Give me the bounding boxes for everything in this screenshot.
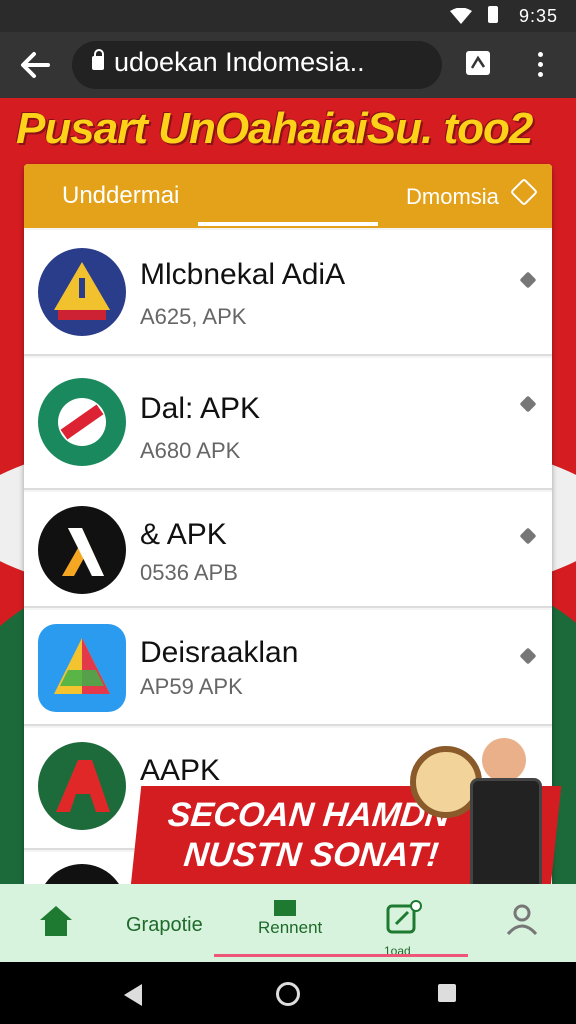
app-subtitle: 0536 APB (140, 560, 238, 585)
phone-illustration (470, 778, 542, 884)
app-subtitle: AP59 APK (140, 674, 243, 699)
status-time: 9:35 (518, 6, 558, 26)
app-icon (274, 900, 296, 916)
battery-icon (488, 6, 498, 23)
tab-indicator (198, 222, 378, 226)
chevron-right-icon (519, 527, 537, 545)
warning-app-icon (38, 248, 126, 336)
back-icon[interactable] (124, 984, 142, 1006)
system-nav-bar (0, 962, 576, 1024)
triangle-app-icon (38, 624, 126, 712)
browser-toolbar: udoekan Indomesia.. (0, 32, 576, 98)
promo-line-2: NUSTN SONAT! (182, 836, 441, 874)
nav-rennent[interactable]: Rennent (240, 884, 340, 962)
page-headline: Pusart UnOahaiaiSu. too2 (16, 104, 533, 153)
app-name: & APK (140, 518, 227, 551)
app-name: AAPK (140, 754, 221, 787)
tab-right[interactable]: Dmomsia (406, 184, 499, 210)
url-text[interactable]: udoekan Indomesia.. (114, 47, 365, 78)
tab-bar: Unddermai Dmomsia (24, 164, 552, 228)
home-button-icon[interactable] (276, 982, 300, 1006)
list-item[interactable]: Dal: APK A680 APK (24, 358, 552, 490)
puzzle-app-icon (38, 378, 126, 466)
status-bar: 9:35 (0, 0, 576, 32)
person-icon (506, 904, 538, 936)
bottom-nav: Grapotie Rennent 1oad (0, 884, 576, 962)
nav-label: Rennent (258, 918, 323, 937)
app-name: Mlcbnekal AdiA (140, 258, 346, 291)
app-name: Dal: APK (140, 392, 261, 425)
nav-profile[interactable] (486, 884, 556, 962)
nav-active-indicator (214, 954, 468, 957)
info-icon[interactable] (509, 177, 539, 207)
nav-load[interactable]: 1oad (366, 884, 446, 962)
nav-label: Grapotie (126, 914, 203, 936)
overflow-menu-icon[interactable] (530, 52, 550, 80)
recents-icon[interactable] (438, 984, 456, 1002)
back-arrow-icon[interactable] (18, 48, 52, 82)
wifi-icon (450, 8, 472, 24)
tab-switcher-button[interactable] (466, 51, 490, 75)
chevron-right-icon (519, 395, 537, 413)
nav-home[interactable] (20, 884, 90, 962)
list-item[interactable]: Deisraaklan AP59 APK (24, 610, 552, 726)
nav-grapotie[interactable]: Grapotie (110, 884, 220, 962)
app-name: Deisraaklan (140, 636, 299, 669)
app-subtitle: A680 APK (140, 438, 241, 463)
lock-icon (92, 49, 104, 70)
partial-app-icon (38, 864, 126, 884)
web-page: Pusart UnOahaiaiSu. too2 Unddermai Dmoms… (0, 98, 576, 884)
list-item[interactable]: Mlcbnekal AdiA A625, APK (24, 230, 552, 356)
home-icon (40, 906, 72, 936)
chevron-right-icon (519, 271, 537, 289)
lambda-app-icon (38, 506, 126, 594)
promo-line-1: SECOAN HAMDN (166, 796, 452, 834)
tab-active[interactable]: Unddermai (62, 182, 179, 210)
tab-glyph-icon (470, 55, 486, 69)
red-a-app-icon (38, 742, 126, 830)
person-illustration (482, 738, 526, 782)
app-subtitle: A625, APK (140, 304, 247, 329)
chevron-right-icon (519, 647, 537, 665)
list-item[interactable]: & APK 0536 APB (24, 492, 552, 608)
edit-badge-icon (386, 900, 422, 934)
